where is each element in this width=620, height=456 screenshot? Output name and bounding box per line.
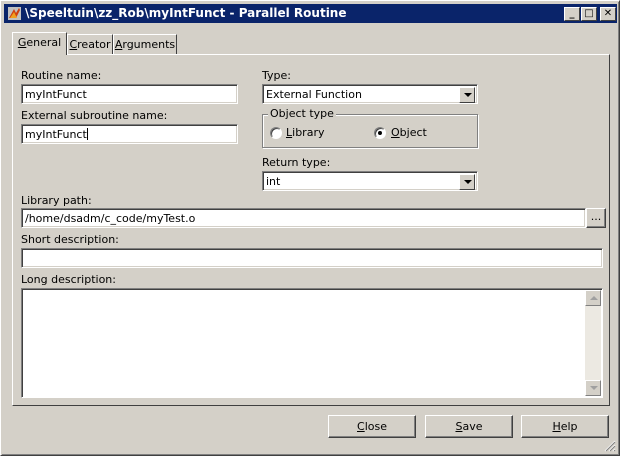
type-label: Type: xyxy=(262,69,291,82)
minimize-icon: _ xyxy=(569,8,575,19)
dialog-window: \Speeltuin\zz_Rob\myIntFunct - Parallel … xyxy=(0,0,620,456)
object-radio[interactable] xyxy=(374,127,386,139)
maximize-button[interactable]: □ xyxy=(581,7,597,21)
object-radio-label[interactable]: Object xyxy=(391,126,427,139)
external-subroutine-value: myIntFunct xyxy=(25,128,87,141)
external-subroutine-input[interactable]: myIntFunct xyxy=(21,124,238,144)
help-button[interactable]: Help xyxy=(521,415,609,438)
tab-creator-label: reator xyxy=(77,38,111,51)
scroll-down-icon[interactable] xyxy=(585,380,601,396)
close-window-button[interactable]: ✕ xyxy=(600,7,616,21)
general-tab-panel: Routine name: myIntFunct External subrou… xyxy=(12,54,610,406)
maximize-icon: □ xyxy=(584,8,594,19)
long-description-scrollbar[interactable] xyxy=(585,290,601,396)
text-cursor xyxy=(86,128,88,140)
object-radio-accesskey: O xyxy=(391,126,400,139)
close-button-accesskey: C xyxy=(357,420,365,433)
browse-button[interactable]: ... xyxy=(586,208,606,228)
library-path-label: Library path: xyxy=(21,194,92,207)
title-bar[interactable]: \Speeltuin\zz_Rob\myIntFunct - Parallel … xyxy=(4,4,617,23)
external-subroutine-label: External subroutine name: xyxy=(21,109,168,122)
scroll-up-icon[interactable] xyxy=(585,290,601,306)
resize-grip-icon[interactable] xyxy=(604,440,616,452)
long-description-label: Long description: xyxy=(21,273,116,286)
type-select[interactable]: External Function xyxy=(262,84,478,104)
chevron-down-icon[interactable] xyxy=(459,87,475,103)
routine-name-input[interactable]: myIntFunct xyxy=(21,84,238,104)
library-radio-label[interactable]: Library xyxy=(286,126,324,139)
tab-creator-accesskey: C xyxy=(69,38,78,51)
return-type-select[interactable]: int xyxy=(262,171,478,191)
save-button[interactable]: Save xyxy=(425,415,513,438)
help-button-accesskey: H xyxy=(552,420,561,433)
library-radio-text: ibrary xyxy=(292,126,325,139)
tab-creator[interactable]: Creator xyxy=(67,34,113,54)
datastage-routine-icon xyxy=(8,7,21,20)
routine-name-label: Routine name: xyxy=(21,69,102,82)
object-type-group-title: Object type xyxy=(268,107,336,120)
help-button-label: elp xyxy=(560,420,578,433)
save-button-label: ave xyxy=(462,420,483,433)
tab-arguments[interactable]: Arguments xyxy=(113,34,177,54)
return-type-select-value: int xyxy=(266,175,281,188)
short-description-input[interactable] xyxy=(21,248,603,268)
chevron-down-icon[interactable] xyxy=(459,174,475,190)
object-radio-text: bject xyxy=(399,126,427,139)
close-button[interactable]: Close xyxy=(328,415,416,438)
window-title: \Speeltuin\zz_Rob\myIntFunct - Parallel … xyxy=(25,6,347,20)
tab-general-label: eneral xyxy=(26,36,62,49)
library-radio[interactable] xyxy=(270,127,282,139)
library-path-input[interactable]: /home/dsadm/c_code/myTest.o xyxy=(21,208,586,228)
short-description-label: Short description: xyxy=(21,233,119,246)
close-icon: ✕ xyxy=(603,8,613,19)
tab-arguments-label: rguments xyxy=(122,38,176,51)
return-type-label: Return type: xyxy=(262,156,331,169)
tab-general[interactable]: General xyxy=(12,32,67,55)
minimize-button[interactable]: _ xyxy=(564,7,580,21)
long-description-textarea[interactable] xyxy=(21,288,603,398)
type-select-value: External Function xyxy=(266,88,362,101)
close-button-label: lose xyxy=(364,420,387,433)
